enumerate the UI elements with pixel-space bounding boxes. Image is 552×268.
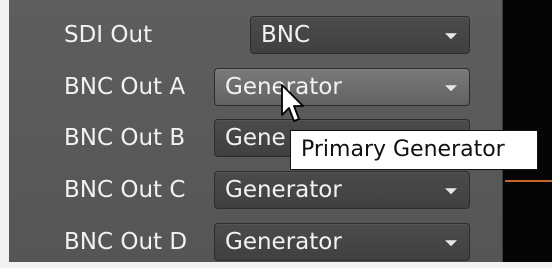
tooltip: Primary Generator [290,130,538,170]
screen-edge-bottom [0,262,552,268]
bnc-out-d-dropdown[interactable]: Generator [214,223,470,261]
sdi-out-label: SDI Out [64,22,153,48]
bnc-out-b-label: BNC Out B [64,125,186,151]
settings-row-sdi-out: SDI Out BNC [9,10,502,60]
settings-row-bnc-out-a: BNC Out A Generator [9,62,502,112]
bnc-out-d-label: BNC Out D [64,229,188,255]
bnc-out-b-value: Gene [225,125,286,151]
chevron-down-icon [445,33,457,40]
bnc-out-d-value: Generator [225,229,342,255]
bnc-out-c-value: Generator [225,177,342,203]
chevron-down-icon [445,188,457,195]
bnc-out-c-dropdown[interactable]: Generator [214,171,470,209]
chevron-down-icon [445,240,457,247]
screen-edge-left [0,0,9,268]
sdi-out-dropdown[interactable]: BNC [250,16,470,54]
bnc-out-c-label: BNC Out C [64,177,186,203]
bnc-out-a-dropdown[interactable]: Generator [214,68,470,106]
sdi-out-value: BNC [261,22,311,48]
chevron-down-icon [445,85,457,92]
bnc-out-a-label: BNC Out A [64,74,186,100]
preview-accent-line [505,180,552,182]
mouse-pointer-icon [281,84,304,122]
settings-row-bnc-out-d: BNC Out D Generator [9,217,502,267]
settings-row-bnc-out-c: BNC Out C Generator [9,165,502,215]
